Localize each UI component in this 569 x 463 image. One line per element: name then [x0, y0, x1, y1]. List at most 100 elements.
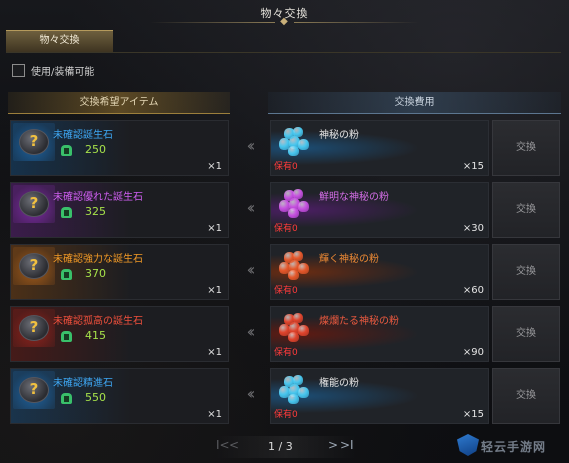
- double-chevron-left-icon: ‹‹: [246, 384, 256, 403]
- double-chevron-left-icon: ‹‹: [246, 136, 256, 155]
- double-chevron-left-icon: ‹‹: [246, 260, 256, 279]
- wanted-item-quantity: ×1: [207, 285, 222, 296]
- powder-grain: [288, 270, 299, 280]
- first-page-icon[interactable]: I<: [216, 438, 230, 452]
- powder-grain: [298, 263, 309, 274]
- tab-barter[interactable]: 物々交換: [6, 30, 113, 52]
- wanted-item-level: 325: [85, 205, 106, 218]
- cost-item-name: 権能の粉: [319, 378, 359, 389]
- exchange-button[interactable]: 交換: [492, 306, 560, 362]
- watermark: 轻云手游网: [455, 432, 569, 460]
- wanted-item-name: 未確認孤高の誕生石: [53, 316, 143, 327]
- title-divider-right: [294, 22, 419, 23]
- helmet-icon: [61, 207, 72, 218]
- helmet-icon: [61, 269, 72, 280]
- wanted-item-card[interactable]: ? 未確認誕生石 250 ×1: [10, 120, 229, 176]
- owned-count: 保有0: [274, 410, 298, 420]
- powder-pile-icon: [275, 310, 311, 344]
- wanted-item-level: 370: [85, 267, 106, 280]
- question-stone-icon: ?: [13, 371, 55, 409]
- exchange-button[interactable]: 交換: [492, 368, 560, 424]
- usable-filter[interactable]: 使用/装備可能: [12, 62, 94, 78]
- powder-grain: [293, 251, 303, 261]
- wanted-item-level: 415: [85, 329, 106, 342]
- exchange-row: ? 未確認強力な誕生石 370 ×1 ‹‹ 輝く神秘の粉 保有0 ×60 交換: [0, 244, 569, 302]
- powder-grain: [298, 201, 309, 212]
- question-stone-icon: ?: [13, 247, 55, 285]
- exchange-button[interactable]: 交換: [492, 182, 560, 238]
- cost-item-quantity: ×15: [462, 161, 484, 172]
- exchange-cost-header: 交換費用: [268, 92, 561, 114]
- wanted-items-header: 交換希望アイテム: [8, 92, 230, 114]
- wanted-item-level: 550: [85, 391, 106, 404]
- usable-filter-label: 使用/装備可能: [31, 66, 95, 78]
- watermark-logo-icon: [457, 434, 479, 456]
- powder-pile-icon: [275, 372, 311, 406]
- last-page-icon[interactable]: >I: [340, 438, 354, 452]
- wanted-item-quantity: ×1: [207, 347, 222, 358]
- cost-item-card[interactable]: 神秘の粉 保有0 ×15: [270, 120, 489, 176]
- powder-grain: [293, 127, 303, 137]
- cost-item-name: 輝く神秘の粉: [319, 254, 379, 265]
- wanted-item-name: 未確認誕生石: [53, 130, 113, 141]
- wanted-item-quantity: ×1: [207, 161, 222, 172]
- wanted-item-name: 未確認優れた誕生石: [53, 192, 143, 203]
- next-page-icon[interactable]: >: [328, 438, 338, 452]
- cost-item-quantity: ×30: [462, 223, 484, 234]
- powder-grain: [293, 313, 303, 323]
- powder-grain: [288, 208, 299, 218]
- exchange-row: ? 未確認誕生石 250 ×1 ‹‹ 神秘の粉 保有0 ×15 交換: [0, 120, 569, 178]
- cost-item-quantity: ×15: [462, 409, 484, 420]
- powder-grain: [288, 394, 299, 404]
- cost-item-card[interactable]: 輝く神秘の粉 保有0 ×60: [270, 244, 489, 300]
- powder-grain: [298, 139, 309, 150]
- wanted-item-name: 未確認精進石: [53, 378, 113, 389]
- page-indicator: 1 / 3: [268, 440, 293, 453]
- double-chevron-left-icon: ‹‹: [246, 322, 256, 341]
- powder-pile-icon: [275, 124, 311, 158]
- cost-item-name: 燦爛たる神秘の粉: [319, 316, 399, 327]
- wanted-item-card[interactable]: ? 未確認孤高の誕生石 415 ×1: [10, 306, 229, 362]
- wanted-item-card[interactable]: ? 未確認優れた誕生石 325 ×1: [10, 182, 229, 238]
- owned-count: 保有0: [274, 162, 298, 172]
- wanted-item-card[interactable]: ? 未確認強力な誕生石 370 ×1: [10, 244, 229, 300]
- cost-item-name: 神秘の粉: [319, 130, 359, 141]
- cost-item-card[interactable]: 権能の粉 保有0 ×15: [270, 368, 489, 424]
- wanted-item-quantity: ×1: [207, 223, 222, 234]
- watermark-text: 轻云手游网: [481, 440, 547, 454]
- question-stone-icon: ?: [13, 309, 55, 347]
- wanted-item-quantity: ×1: [207, 409, 222, 420]
- exchange-row: ? 未確認優れた誕生石 325 ×1 ‹‹ 鮮明な神秘の粉 保有0 ×30 交換: [0, 182, 569, 240]
- cost-item-card[interactable]: 燦爛たる神秘の粉 保有0 ×90: [270, 306, 489, 362]
- usable-filter-checkbox[interactable]: [12, 63, 25, 77]
- exchange-row: ? 未確認孤高の誕生石 415 ×1 ‹‹ 燦爛たる神秘の粉 保有0 ×90 交…: [0, 306, 569, 364]
- helmet-icon: [61, 145, 72, 156]
- tab-divider: [6, 52, 561, 53]
- powder-grain: [293, 375, 303, 385]
- helmet-icon: [61, 331, 72, 342]
- double-chevron-left-icon: ‹‹: [246, 198, 256, 217]
- prev-page-icon[interactable]: <: [229, 438, 239, 452]
- powder-grain: [293, 189, 303, 199]
- cost-item-quantity: ×60: [462, 285, 484, 296]
- question-stone-icon: ?: [13, 185, 55, 223]
- question-stone-icon: ?: [13, 123, 55, 161]
- cost-item-quantity: ×90: [462, 347, 484, 358]
- owned-count: 保有0: [274, 348, 298, 358]
- title-divider-left: [150, 22, 275, 23]
- wanted-item-card[interactable]: ? 未確認精進石 550 ×1: [10, 368, 229, 424]
- powder-grain: [298, 387, 309, 398]
- exchange-button[interactable]: 交換: [492, 120, 560, 176]
- wanted-item-name: 未確認強力な誕生石: [53, 254, 143, 265]
- wanted-item-level: 250: [85, 143, 106, 156]
- title-ornament-icon: ◆: [280, 16, 288, 27]
- exchange-button[interactable]: 交換: [492, 244, 560, 300]
- helmet-icon: [61, 393, 72, 404]
- cost-item-card[interactable]: 鮮明な神秘の粉 保有0 ×30: [270, 182, 489, 238]
- powder-grain: [288, 332, 299, 342]
- powder-grain: [288, 146, 299, 156]
- owned-count: 保有0: [274, 286, 298, 296]
- powder-pile-icon: [275, 186, 311, 220]
- powder-pile-icon: [275, 248, 311, 282]
- window-title-bar: 物々交換 ◆: [0, 0, 569, 30]
